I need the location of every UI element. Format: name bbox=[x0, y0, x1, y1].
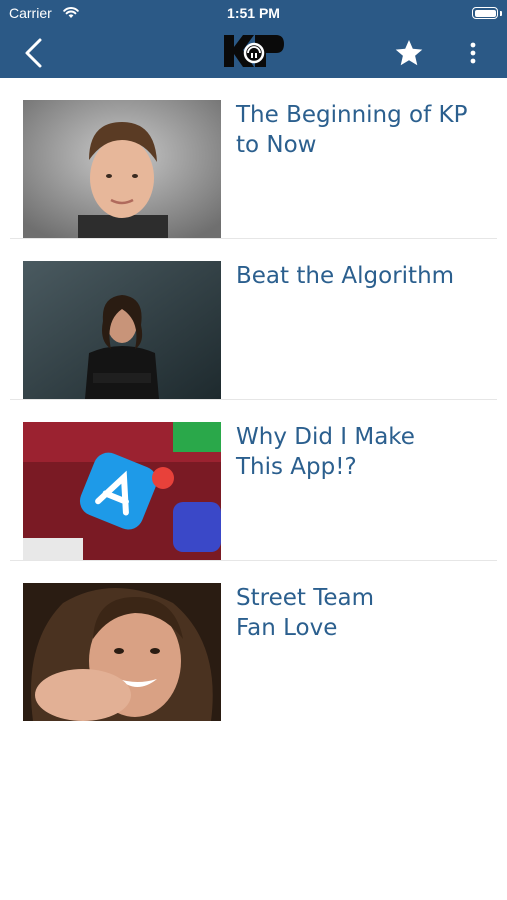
article-thumbnail[interactable] bbox=[23, 583, 221, 721]
article-list: The Beginning of KP to Now Beat the Algo… bbox=[0, 78, 507, 722]
article-title[interactable]: Beat the Algorithm bbox=[236, 261, 486, 291]
list-item[interactable]: Why Did I Make This App!? bbox=[0, 400, 507, 561]
kp-logo bbox=[224, 35, 284, 67]
battery-icon bbox=[472, 7, 502, 19]
chevron-left-icon[interactable] bbox=[18, 36, 48, 70]
star-icon[interactable] bbox=[394, 38, 424, 68]
list-item[interactable]: Street Team Fan Love bbox=[0, 561, 507, 722]
article-title[interactable]: Why Did I Make This App!? bbox=[236, 422, 486, 482]
article-thumbnail[interactable] bbox=[23, 261, 221, 399]
article-title[interactable]: The Beginning of KP to Now bbox=[236, 100, 486, 160]
article-thumbnail[interactable] bbox=[23, 100, 221, 238]
list-item[interactable]: The Beginning of KP to Now bbox=[0, 78, 507, 239]
list-item[interactable]: Beat the Algorithm bbox=[0, 239, 507, 400]
more-vertical-icon[interactable] bbox=[464, 38, 482, 68]
article-title[interactable]: Street Team Fan Love bbox=[236, 583, 486, 643]
navigation-bar: Carrier 1:51 PM bbox=[0, 0, 507, 78]
article-thumbnail[interactable] bbox=[23, 422, 221, 560]
status-time: 1:51 PM bbox=[227, 5, 280, 21]
status-bar: Carrier 1:51 PM bbox=[0, 0, 507, 28]
